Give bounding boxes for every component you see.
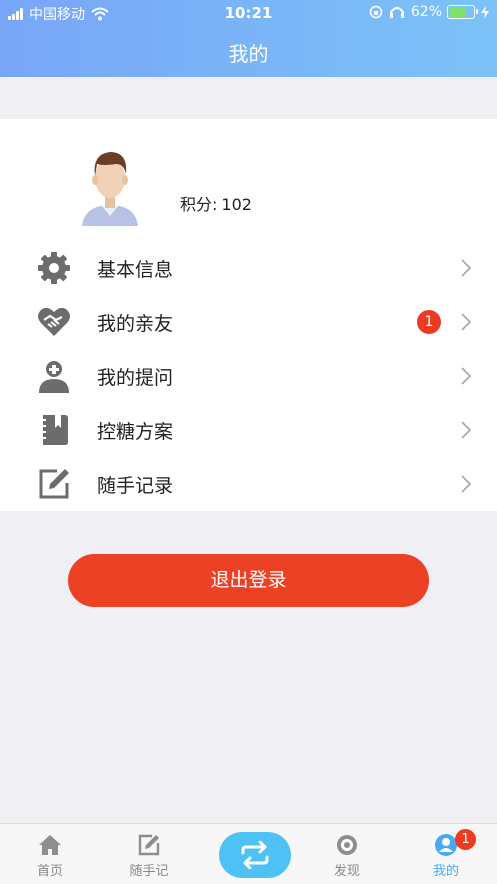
menu-item-my-relatives[interactable]: 我的亲友 1	[0, 295, 497, 349]
tab-label: 随手记	[129, 864, 169, 879]
tab-notes[interactable]: 随手记	[104, 824, 194, 884]
tab-label: 我的	[432, 864, 459, 879]
tab-bar: 首页 随手记 发现 我的 1	[0, 823, 497, 884]
home-icon	[39, 835, 61, 855]
chevron-right-icon	[461, 367, 471, 385]
menu-label: 控糖方案	[97, 421, 174, 443]
menu-label: 我的提问	[97, 367, 174, 389]
logout-button[interactable]: 退出登录	[68, 554, 429, 607]
menu-label: 基本信息	[97, 259, 174, 281]
menu-label: 随手记录	[97, 475, 174, 497]
chevron-right-icon	[461, 421, 471, 439]
user-icon	[435, 834, 457, 856]
page-title: 我的	[228, 42, 269, 66]
tab-home[interactable]: 首页	[5, 824, 95, 884]
swap-icon	[241, 841, 269, 869]
app-header: 中国移动 10:21 62% 我的	[0, 0, 497, 77]
eye-icon	[337, 835, 357, 855]
points-display: 积分: 102	[180, 191, 256, 215]
points-label: 积分:	[180, 195, 218, 214]
note-icon	[138, 834, 160, 856]
charging-icon	[481, 5, 489, 19]
edit-icon	[39, 469, 69, 499]
menu-item-sugar-control-plan[interactable]: 控糖方案	[0, 403, 497, 457]
chevron-right-icon	[461, 475, 471, 493]
handshake-heart-icon	[38, 307, 70, 336]
menu-item-basic-info[interactable]: 基本信息	[0, 241, 497, 295]
menu-label: 我的亲友	[97, 313, 174, 335]
gear-icon	[38, 252, 70, 284]
status-bar: 中国移动 10:21 62%	[0, 0, 497, 26]
battery-icon	[447, 5, 478, 19]
headphones-icon	[389, 7, 404, 18]
menu-item-quick-notes[interactable]: 随手记录	[0, 457, 497, 511]
notebook-icon	[40, 415, 68, 445]
tab-label: 首页	[36, 864, 63, 879]
notification-badge: 1	[417, 310, 441, 334]
rotation-lock-icon	[369, 5, 383, 19]
doctor-icon	[39, 361, 69, 393]
battery-percent: 62%	[410, 4, 442, 20]
tab-mine[interactable]: 我的	[401, 824, 491, 884]
tab-label: 发现	[333, 864, 360, 879]
profile-card: 积分: 102 基本信息 我的亲友 1 我的提问 控糖方案 随手记录	[0, 119, 497, 511]
chevron-right-icon	[461, 259, 471, 277]
tab-notification-badge: 1	[455, 829, 476, 850]
menu-item-my-questions[interactable]: 我的提问	[0, 349, 497, 403]
tab-discover[interactable]: 发现	[302, 824, 392, 884]
chevron-right-icon	[461, 313, 471, 331]
center-swap-button[interactable]	[219, 832, 291, 878]
avatar[interactable]	[80, 144, 140, 226]
points-value: 102	[221, 195, 252, 214]
